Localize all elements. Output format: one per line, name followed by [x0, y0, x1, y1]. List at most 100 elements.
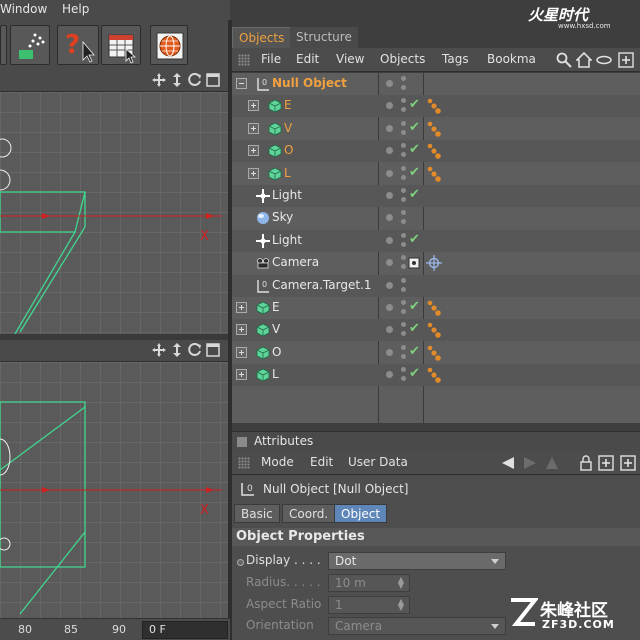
menu-edit[interactable]: Edit [310, 455, 333, 469]
object-name[interactable]: E [272, 300, 280, 314]
object-row[interactable]: O ✔ [232, 140, 640, 163]
editor-visibility-dot[interactable] [386, 259, 393, 267]
enabled-check-icon[interactable]: ✔ [409, 120, 420, 135]
viewport-top[interactable]: X [0, 92, 228, 334]
editor-visibility-dot[interactable] [386, 304, 393, 311]
tab-coord[interactable]: Coord. [282, 504, 336, 523]
enabled-check-icon[interactable]: ✔ [409, 299, 420, 314]
object-row[interactable]: L ✔ [232, 364, 640, 387]
object-row[interactable]: O ✔ [232, 342, 640, 364]
editor-visibility-dot-upper[interactable] [401, 76, 406, 81]
object-row[interactable]: Light ✔ [232, 185, 640, 207]
zoom-view-icon[interactable] [170, 73, 184, 87]
editor-visibility-dot-upper[interactable] [401, 120, 406, 126]
render-visibility-dot[interactable] [401, 219, 406, 225]
display-radio[interactable] [237, 559, 244, 566]
object-name[interactable]: L [272, 367, 279, 381]
menu-window[interactable]: Window [0, 2, 47, 16]
render-visibility-dot[interactable] [401, 107, 406, 113]
editor-visibility-dot-upper[interactable] [401, 344, 406, 350]
editor-visibility-dot[interactable] [386, 214, 393, 222]
expand-icon[interactable] [236, 369, 247, 381]
object-row[interactable]: Camera [232, 252, 640, 274]
editor-visibility-dot[interactable] [386, 102, 393, 110]
object-name[interactable]: E [284, 98, 292, 112]
expand-icon[interactable] [248, 122, 259, 134]
object-row[interactable]: V ✔ [232, 118, 640, 140]
editor-visibility-dot-upper[interactable] [401, 188, 406, 193]
editor-visibility-dot-upper[interactable] [401, 210, 406, 216]
menu-tags[interactable]: Tags [442, 52, 469, 66]
current-frame-field[interactable]: 0 F [142, 621, 228, 639]
object-name[interactable]: V [284, 121, 292, 135]
spreadsheet-button[interactable] [101, 25, 141, 65]
object-name[interactable]: Light [272, 233, 302, 247]
object-name[interactable]: Sky [272, 210, 293, 224]
phong-tag-icon[interactable] [426, 322, 442, 339]
render-visibility-dot[interactable] [401, 353, 406, 359]
expand-icon[interactable] [236, 324, 247, 336]
editor-visibility-dot[interactable] [386, 371, 393, 379]
phong-tag-icon[interactable] [426, 300, 442, 316]
phong-tag-icon[interactable] [426, 345, 442, 361]
zoom-view-icon[interactable] [170, 343, 184, 357]
object-row[interactable]: 0 Null Object [232, 73, 640, 95]
enabled-check-icon[interactable]: ✔ [409, 344, 420, 359]
render-visibility-dot[interactable] [401, 85, 406, 90]
expand-icon[interactable] [236, 302, 247, 313]
help-pointer-button[interactable]: ? [57, 25, 99, 65]
phong-tag-icon[interactable] [426, 367, 442, 383]
collapse-icon[interactable] [236, 78, 247, 89]
editor-visibility-dot[interactable] [386, 236, 393, 244]
editor-visibility-dot[interactable] [386, 147, 393, 155]
object-row[interactable]: L ✔ [232, 163, 640, 185]
maximize-view-icon[interactable] [206, 73, 220, 87]
phong-tag-icon[interactable] [426, 98, 442, 115]
editor-visibility-dot[interactable] [386, 348, 393, 356]
editor-visibility-dot[interactable] [386, 169, 393, 177]
menu-file[interactable]: File [261, 52, 281, 66]
expand-icon[interactable] [236, 346, 247, 358]
editor-visibility-dot[interactable] [386, 80, 393, 87]
new-window-icon[interactable] [618, 52, 634, 68]
menu-help[interactable]: Help [62, 2, 89, 16]
editor-visibility-dot-upper[interactable] [401, 98, 406, 104]
tab-structure[interactable]: Structure [290, 27, 358, 48]
lock-icon[interactable] [578, 455, 594, 471]
paint-tool-button[interactable] [10, 25, 50, 65]
display-dropdown[interactable]: Dot [328, 552, 506, 570]
menu-edit[interactable]: Edit [296, 52, 319, 66]
target-tag-icon[interactable] [426, 255, 442, 272]
object-row[interactable]: E ✔ [232, 95, 640, 118]
tab-object[interactable]: Object [334, 504, 388, 523]
render-visibility-dot[interactable] [401, 376, 406, 382]
editor-visibility-dot[interactable] [386, 124, 393, 132]
editor-visibility-dot-upper[interactable] [401, 322, 406, 328]
menu-user-data[interactable]: User Data [348, 455, 408, 469]
expand-icon[interactable] [248, 167, 259, 179]
expand-icon[interactable] [248, 145, 259, 157]
object-row[interactable]: V ✔ [232, 319, 640, 342]
menu-mode[interactable]: Mode [261, 455, 294, 469]
menu-bookmarks[interactable]: Bookma [487, 52, 536, 66]
tab-objects[interactable]: Objects [232, 27, 292, 48]
object-name[interactable]: Camera [272, 255, 319, 269]
enabled-check-icon[interactable]: ✔ [409, 187, 420, 202]
home-icon[interactable] [576, 52, 592, 68]
object-row[interactable]: Sky [232, 207, 640, 229]
enabled-check-icon[interactable]: ✔ [409, 232, 420, 247]
rotate-view-icon[interactable] [188, 73, 202, 87]
timeline[interactable]: 80 85 90 0 F [0, 618, 230, 640]
editor-visibility-dot-upper[interactable] [401, 255, 406, 261]
tab-basic[interactable]: Basic [234, 504, 280, 523]
enabled-check-icon[interactable]: ✔ [409, 165, 420, 180]
object-name[interactable]: O [272, 345, 281, 359]
grip-icon[interactable] [238, 54, 250, 66]
search-icon[interactable] [556, 52, 572, 68]
enabled-check-icon[interactable]: ✔ [409, 142, 420, 157]
editor-visibility-dot-upper[interactable] [401, 165, 406, 171]
object-name[interactable]: V [272, 322, 280, 336]
object-row[interactable]: E ✔ [232, 297, 640, 319]
globe-button[interactable] [150, 25, 188, 65]
object-name[interactable]: O [284, 143, 293, 157]
